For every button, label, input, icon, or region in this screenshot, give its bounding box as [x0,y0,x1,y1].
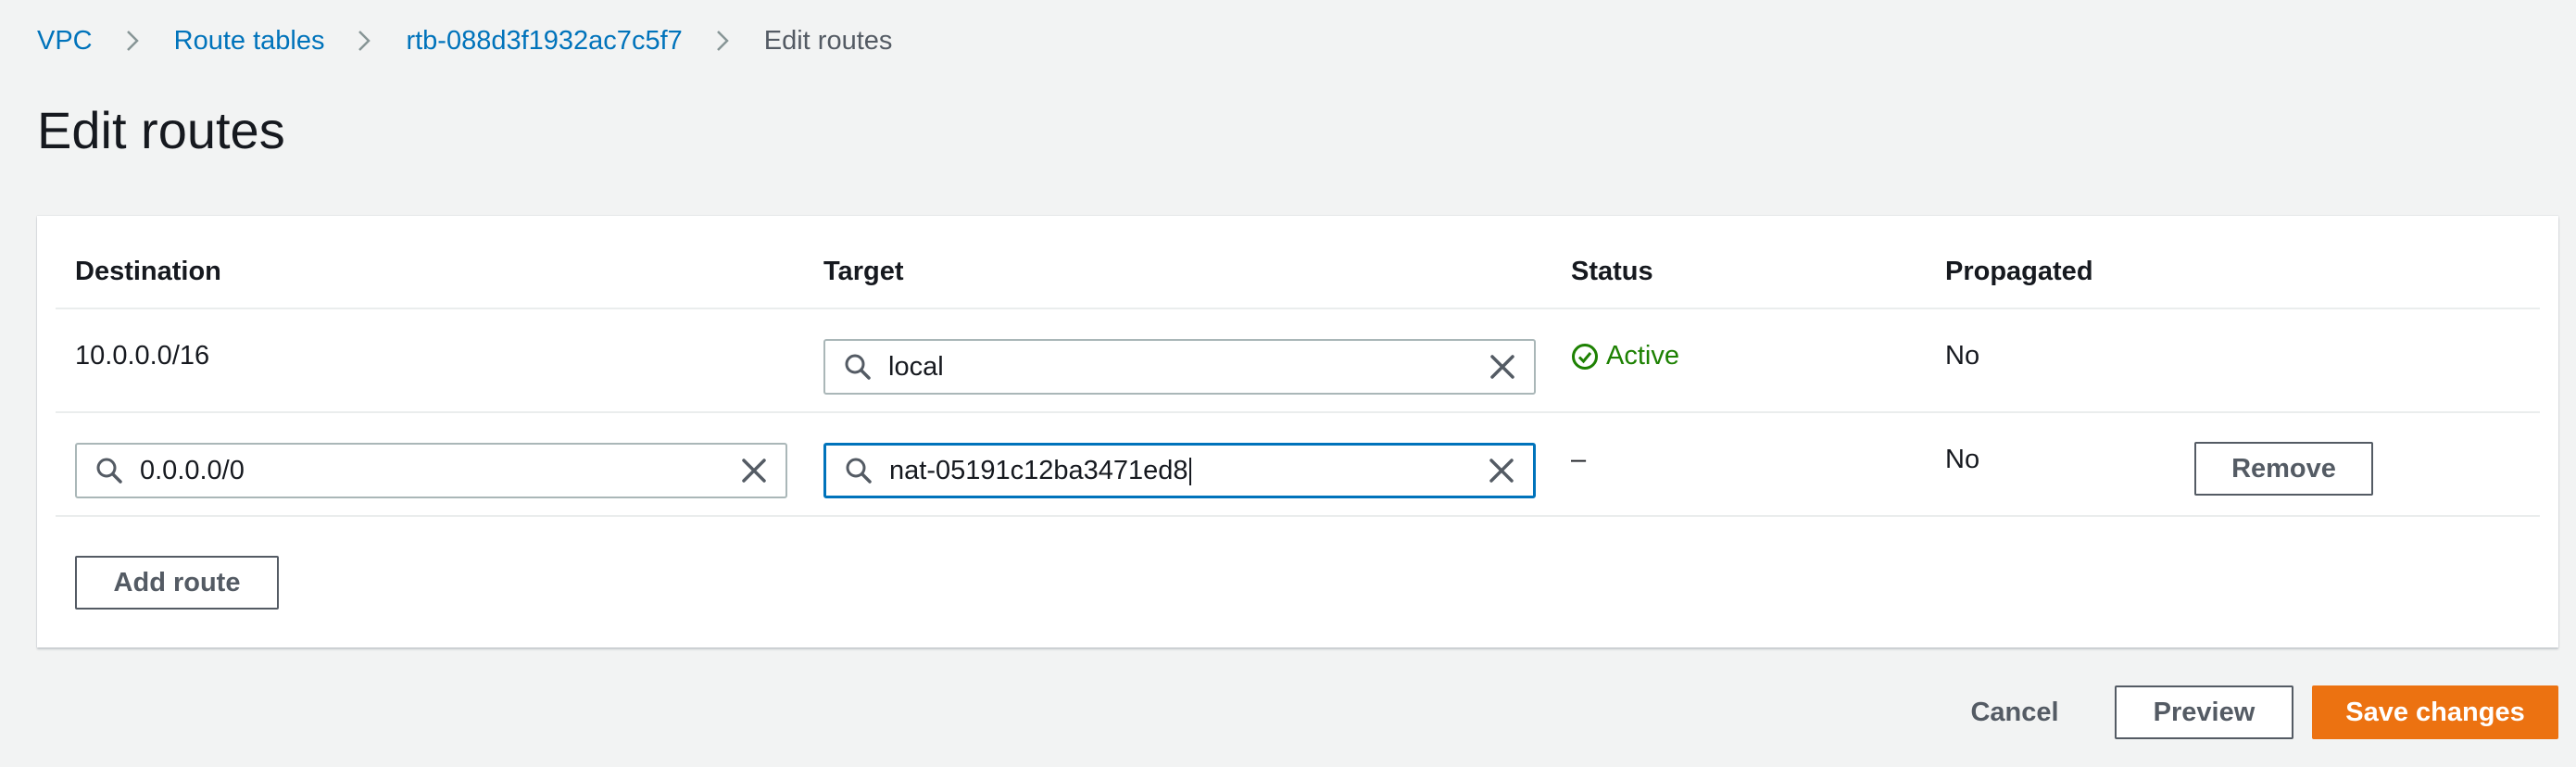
status-badge: Active [1571,341,1679,371]
target-search-input[interactable]: nat-05191c12ba3471ed8 [823,443,1536,498]
search-icon [845,457,873,484]
table-header: Destination Target Status Propagated [56,216,2540,309]
chevron-right-icon [358,30,371,52]
destination-value: 10.0.0.0/16 [75,341,210,371]
column-header-status: Status [1571,257,1653,286]
breadcrumb-route-table-id-link[interactable]: rtb-088d3f1932ac7c5f7 [406,26,682,57]
cancel-button[interactable]: Cancel [1954,685,2075,739]
status-text: Active [1606,341,1679,371]
save-changes-button[interactable]: Save changes [2312,685,2558,739]
target-input-value: nat-05191c12ba3471ed8 [889,455,1188,485]
check-circle-icon [1571,343,1599,371]
status-text: – [1571,445,1587,474]
chevron-right-icon [126,30,139,52]
search-icon [95,457,123,484]
add-route-button[interactable]: Add route [75,556,279,610]
page-title: Edit routes [37,101,285,159]
preview-button[interactable]: Preview [2115,685,2293,739]
text-cursor [1188,457,1191,485]
column-header-propagated: Propagated [1945,257,2093,286]
column-header-target: Target [823,257,904,286]
close-icon[interactable] [1489,458,1514,484]
propagated-value: No [1945,445,1980,474]
table-row: 10.0.0.0/16 local Active No [56,309,2540,413]
breadcrumb-current: Edit routes [763,25,893,56]
chevron-right-icon [716,30,729,52]
table-row: 0.0.0.0/0 nat-05191c12ba3471ed8 – No Rem… [56,413,2540,517]
column-header-destination: Destination [75,257,221,286]
close-icon[interactable] [741,458,767,484]
routes-panel: Destination Target Status Propagated 10.… [37,216,2558,648]
breadcrumb-vpc-link[interactable]: VPC [37,26,93,57]
close-icon[interactable] [1489,354,1515,380]
destination-input-value: 0.0.0.0/0 [140,455,245,485]
target-search-input[interactable]: local [823,339,1536,395]
destination-search-input[interactable]: 0.0.0.0/0 [75,443,787,498]
breadcrumb-route-tables-link[interactable]: Route tables [174,26,325,57]
search-icon [844,353,872,381]
remove-route-button[interactable]: Remove [2194,442,2373,496]
target-input-wrapper: nat-05191c12ba3471ed8 [889,456,1191,486]
breadcrumb: VPC Route tables rtb-088d3f1932ac7c5f7 E… [37,20,892,61]
propagated-value: No [1945,341,1980,371]
target-input-value: local [888,351,944,382]
